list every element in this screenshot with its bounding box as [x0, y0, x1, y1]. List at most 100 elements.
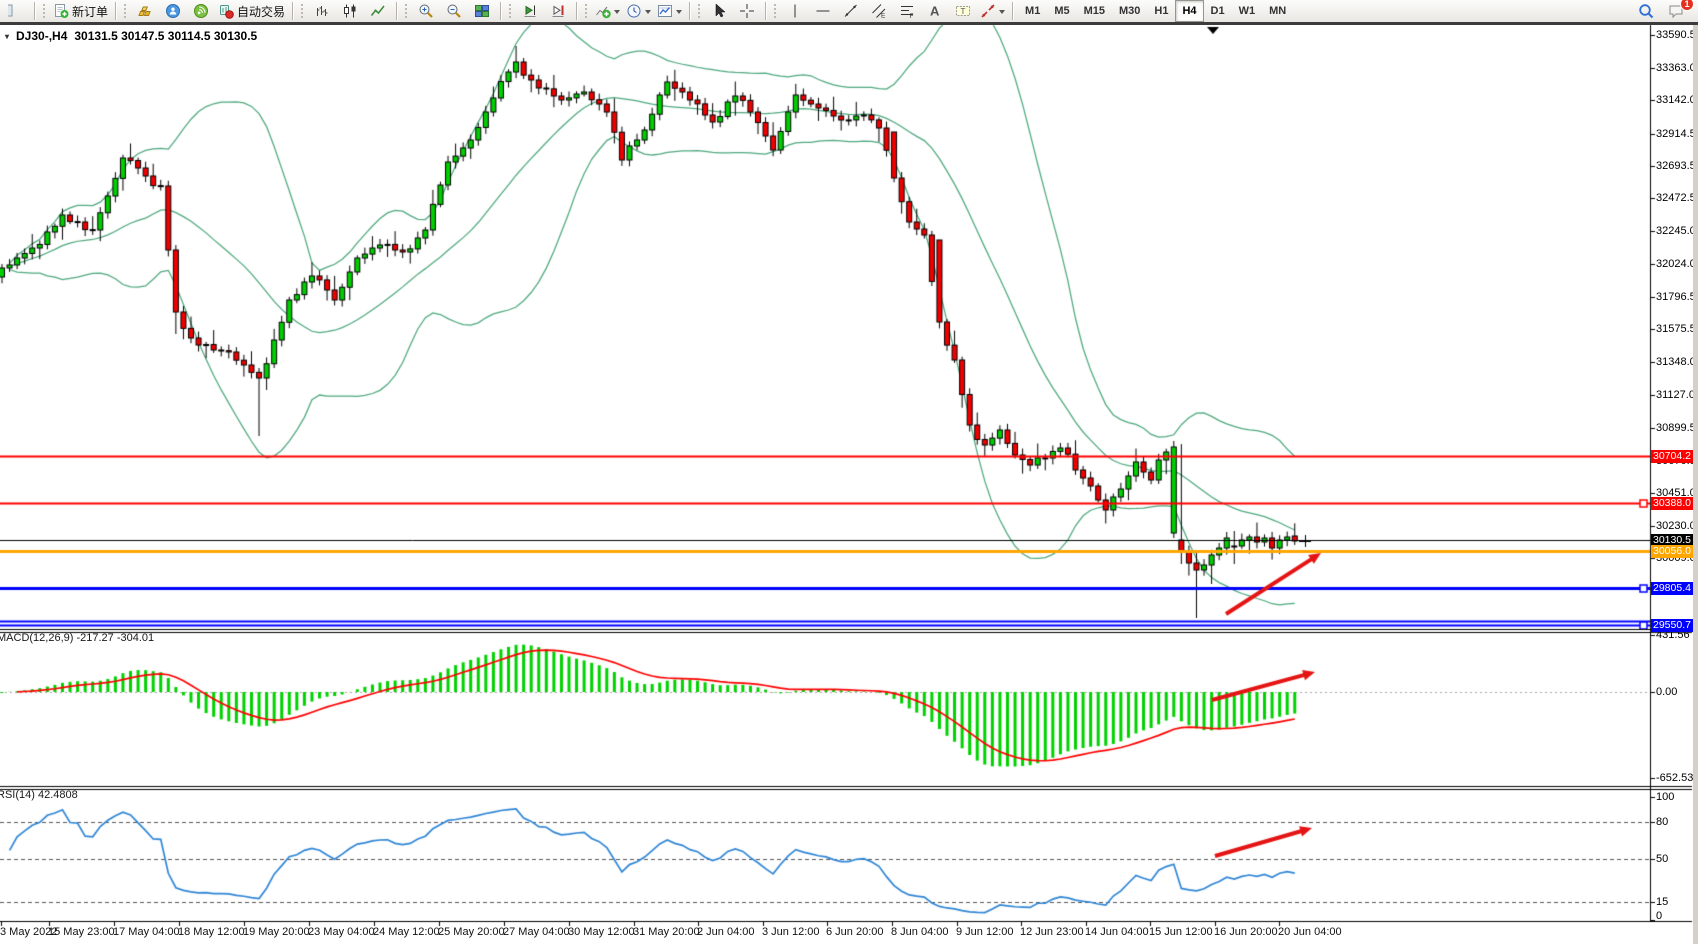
- community-button[interactable]: [159, 0, 187, 22]
- rsi-tick-label: 0: [1656, 910, 1662, 922]
- level-price-label: 30056.0: [1651, 545, 1694, 558]
- bar-chart-button[interactable]: [308, 0, 336, 22]
- timeframe-m1[interactable]: M1: [1018, 0, 1047, 22]
- fibonacci-icon: F: [899, 3, 915, 19]
- templates-icon: [657, 3, 673, 19]
- indicators-icon: [595, 3, 611, 19]
- signals-button[interactable]: [187, 0, 215, 22]
- text-icon: A: [927, 3, 943, 19]
- horizontal-line-button[interactable]: [809, 0, 837, 22]
- timeframe-h1[interactable]: H1: [1147, 0, 1175, 22]
- time-axis-label: 19 May 20:00: [243, 926, 310, 938]
- cursor-button[interactable]: [705, 0, 733, 22]
- candlestick-button[interactable]: [336, 0, 364, 22]
- price-tick-label: 32472.5: [1656, 192, 1696, 204]
- indicators-button[interactable]: [592, 0, 623, 22]
- time-axis-label: 20 Jun 04:00: [1278, 926, 1342, 938]
- new-order-button[interactable]: 新订单: [50, 0, 111, 22]
- notification-badge: 1: [1680, 0, 1694, 11]
- level-price-label: 29805.4: [1651, 582, 1694, 595]
- auto-scroll-button[interactable]: [516, 0, 544, 22]
- time-axis-label: 6 Jun 20:00: [826, 926, 884, 938]
- window-partial-icon[interactable]: [2, 0, 30, 22]
- price-tick-label: 33142.0: [1656, 94, 1696, 106]
- templates-button[interactable]: [654, 0, 685, 22]
- timeframe-m30[interactable]: M30: [1112, 0, 1147, 22]
- auto-trading-button-label: 自动交易: [237, 3, 285, 20]
- chart-canvas[interactable]: [0, 0, 1698, 944]
- macd-tick-label: 0.00: [1656, 686, 1677, 698]
- rsi-tick-label: 50: [1656, 853, 1668, 865]
- fibonacci-button[interactable]: F: [893, 0, 921, 22]
- svg-text:A: A: [930, 4, 940, 19]
- zoom-out-icon: [446, 3, 462, 19]
- arrows-button[interactable]: [977, 0, 1008, 22]
- vertical-line-icon: [787, 3, 803, 19]
- toolbar-divider: [0, 22, 1698, 25]
- toolbar-separator: [765, 2, 767, 20]
- time-axis-label: 23 May 04:00: [308, 926, 375, 938]
- timeframe-h4[interactable]: H4: [1175, 0, 1203, 22]
- ohlc-values: 30131.5 30147.5 30114.5 30130.5: [74, 29, 257, 43]
- trendline-button[interactable]: [837, 0, 865, 22]
- chart-shift-button[interactable]: [544, 0, 572, 22]
- timeframe-m15[interactable]: M15: [1077, 0, 1112, 22]
- crosshair-button[interactable]: [733, 0, 761, 22]
- price-tick-label: 31348.0: [1656, 356, 1696, 368]
- vertical-line-button[interactable]: [781, 0, 809, 22]
- search-button[interactable]: [1632, 0, 1660, 22]
- toolbar-separator: [396, 2, 398, 20]
- timeframe-w1[interactable]: W1: [1232, 0, 1263, 22]
- price-tick-label: 32024.0: [1656, 258, 1696, 270]
- gold-button[interactable]: [131, 0, 159, 22]
- time-axis-label: 25 May 20:00: [438, 926, 505, 938]
- macd-tick-label: -652.53: [1656, 772, 1693, 784]
- timeframe-mn[interactable]: MN: [1262, 0, 1293, 22]
- line-chart-icon: [370, 3, 386, 19]
- price-tick-label: 31796.5: [1656, 291, 1696, 303]
- search-icon: [1638, 3, 1654, 19]
- time-axis-label: 27 May 04:00: [503, 926, 570, 938]
- time-axis-label: 18 May 12:00: [178, 926, 245, 938]
- chevron-down-icon: [614, 10, 620, 17]
- symbol-period-label: DJ30-,H4: [16, 29, 67, 43]
- chevron-down-icon: [676, 10, 682, 17]
- text-button[interactable]: A: [921, 0, 949, 22]
- time-axis-label: 31 May 20:00: [633, 926, 700, 938]
- toolbar: 新订单 自动交易 E F AT M1M5M15M30H1H4D1W1MN 1: [0, 0, 1698, 22]
- timeframe-m5[interactable]: M5: [1047, 0, 1076, 22]
- text-label-button[interactable]: T: [949, 0, 977, 22]
- arrows-icon: [980, 3, 996, 19]
- channel-button[interactable]: E: [865, 0, 893, 22]
- toolbar-grip: [43, 4, 47, 18]
- zoom-out-button[interactable]: [440, 0, 468, 22]
- toolbar-grip: [774, 4, 778, 18]
- toolbar-grip: [509, 4, 513, 18]
- toolbar-separator: [115, 2, 117, 20]
- tile-windows-button[interactable]: [468, 0, 496, 22]
- time-axis-label: 15 May 23:00: [48, 926, 115, 938]
- toolbar-separator: [1012, 2, 1014, 20]
- auto-trading-button[interactable]: 自动交易: [215, 0, 288, 22]
- time-axis-label: 24 May 12:00: [373, 926, 440, 938]
- zoom-in-button[interactable]: [412, 0, 440, 22]
- notifications-button[interactable]: 1: [1662, 0, 1690, 22]
- text-label-icon: T: [955, 3, 971, 19]
- symbol-dropdown-icon[interactable]: ▾: [5, 32, 9, 41]
- price-tick-label: 30899.5: [1656, 422, 1696, 434]
- timeframe-d1[interactable]: D1: [1204, 0, 1232, 22]
- community-icon: [165, 3, 181, 19]
- time-axis-label: 17 May 04:00: [113, 926, 180, 938]
- horizontal-line-icon: [815, 3, 831, 19]
- level-price-label: 30704.2: [1651, 450, 1694, 463]
- time-axis-label: 30 May 12:00: [568, 926, 635, 938]
- time-axis-label: 2 Jun 04:00: [697, 926, 755, 938]
- window-edge: [1693, 25, 1698, 944]
- gold-icon: [137, 3, 153, 19]
- toolbar-grip: [124, 4, 128, 18]
- toolbar-separator: [576, 2, 578, 20]
- price-tick-label: 31127.0: [1656, 389, 1695, 401]
- svg-text:F: F: [910, 13, 914, 19]
- periods-button[interactable]: [623, 0, 654, 22]
- line-chart-button[interactable]: [364, 0, 392, 22]
